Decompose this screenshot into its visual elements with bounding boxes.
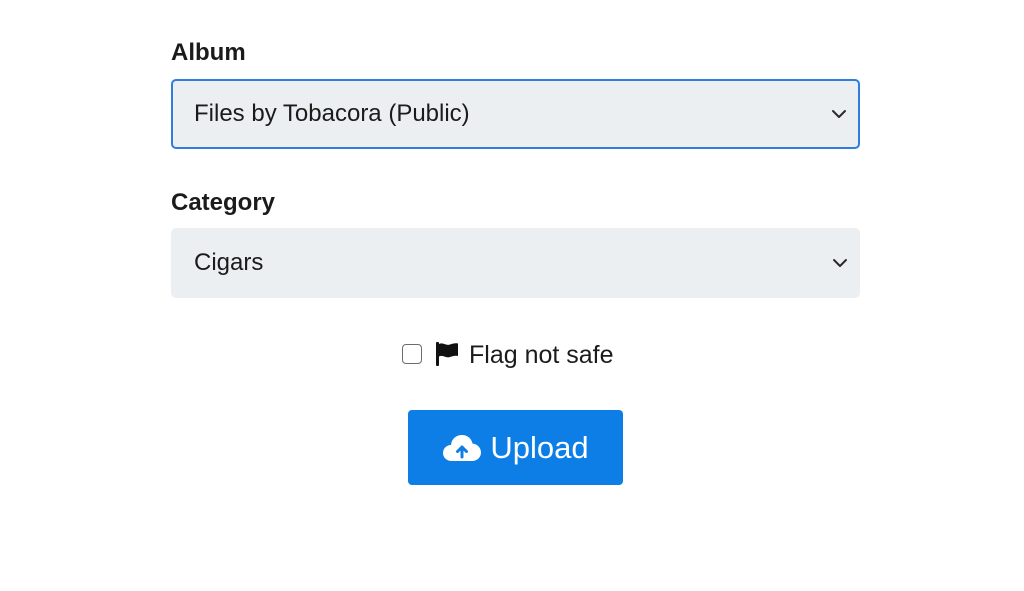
nsfw-flag-row: Flag not safe [402, 339, 614, 371]
upload-label: Upload [490, 429, 589, 465]
chevron-down-icon [833, 259, 847, 267]
album-selected-value: Files by Tobacora (Public) [194, 100, 470, 127]
nsfw-checkbox[interactable] [402, 344, 422, 364]
category-selected-value: Cigars [194, 249, 264, 276]
cloud-upload-icon [443, 434, 482, 461]
album-label: Album [171, 39, 246, 66]
chevron-down-icon [832, 110, 846, 118]
flag-icon [436, 341, 458, 366]
upload-button[interactable]: Upload [408, 410, 623, 485]
category-select[interactable]: Cigars [171, 228, 860, 298]
category-label: Category [171, 189, 276, 216]
nsfw-label: Flag not safe [469, 341, 614, 369]
album-select[interactable]: Files by Tobacora (Public) [171, 79, 860, 149]
